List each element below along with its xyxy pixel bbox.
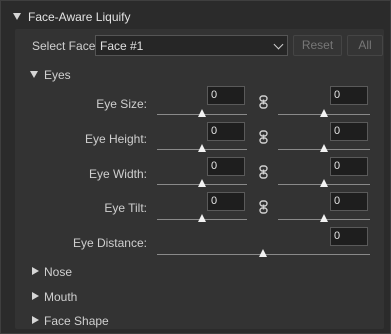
panel-title: Face-Aware Liquify	[28, 10, 131, 24]
eye-tilt-left-input[interactable]: 0	[207, 192, 245, 211]
eye-distance-label: Eye Distance:	[72, 236, 147, 250]
eye-height-label: Eye Height:	[84, 132, 147, 146]
eye-height-right-slider-thumb[interactable]	[320, 144, 328, 152]
nose-expand-icon[interactable]	[32, 267, 39, 275]
eye-size-right-slider-thumb[interactable]	[320, 109, 328, 117]
select-face-label: Select Face:	[32, 39, 99, 53]
eye-distance-input[interactable]: 0	[330, 227, 368, 246]
expand-triangle-icon[interactable]	[13, 13, 21, 20]
all-button[interactable]: All	[347, 35, 383, 56]
eye-tilt-right-input[interactable]: 0	[330, 192, 368, 211]
reset-button[interactable]: Reset	[293, 35, 342, 56]
select-face-dropdown[interactable]: Face #1	[95, 35, 288, 56]
link-chain-icon[interactable]	[259, 200, 268, 214]
eye-tilt-label: Eye Tilt:	[104, 201, 147, 215]
eye-width-right-slider-thumb[interactable]	[320, 179, 328, 187]
eye-width-left-slider-thumb[interactable]	[198, 179, 206, 187]
eye-height-left-input[interactable]: 0	[207, 122, 245, 141]
chevron-down-icon	[273, 39, 284, 50]
link-chain-icon[interactable]	[259, 95, 268, 109]
eye-tilt-right-slider-thumb[interactable]	[320, 214, 328, 222]
nose-section-title[interactable]: Nose	[44, 265, 72, 279]
eye-size-left-slider-thumb[interactable]	[198, 109, 206, 117]
eye-size-right-input[interactable]: 0	[330, 86, 368, 105]
eye-width-right-input[interactable]: 0	[330, 157, 368, 176]
face-aware-liquify-panel: Face-Aware Liquify Select Face: Face #1 …	[0, 0, 391, 334]
mouth-section-title[interactable]: Mouth	[44, 290, 77, 304]
select-face-value: Face #1	[100, 39, 144, 53]
eye-height-left-slider-thumb[interactable]	[198, 144, 206, 152]
link-chain-icon[interactable]	[259, 130, 268, 144]
eye-distance-slider-thumb[interactable]	[259, 249, 267, 257]
eyes-expand-icon[interactable]	[30, 71, 38, 78]
eye-width-left-input[interactable]: 0	[207, 157, 245, 176]
face-shape-expand-icon[interactable]	[32, 316, 39, 324]
mouth-expand-icon[interactable]	[32, 292, 39, 300]
eye-height-right-input[interactable]: 0	[330, 122, 368, 141]
link-chain-icon[interactable]	[259, 165, 268, 179]
face-shape-section-title[interactable]: Face Shape	[44, 314, 109, 328]
eyes-section-title: Eyes	[44, 68, 71, 82]
eye-width-label: Eye Width:	[88, 167, 147, 181]
eye-size-left-input[interactable]: 0	[207, 86, 245, 105]
eye-tilt-left-slider-thumb[interactable]	[198, 214, 206, 222]
eye-size-label: Eye Size:	[96, 97, 147, 111]
